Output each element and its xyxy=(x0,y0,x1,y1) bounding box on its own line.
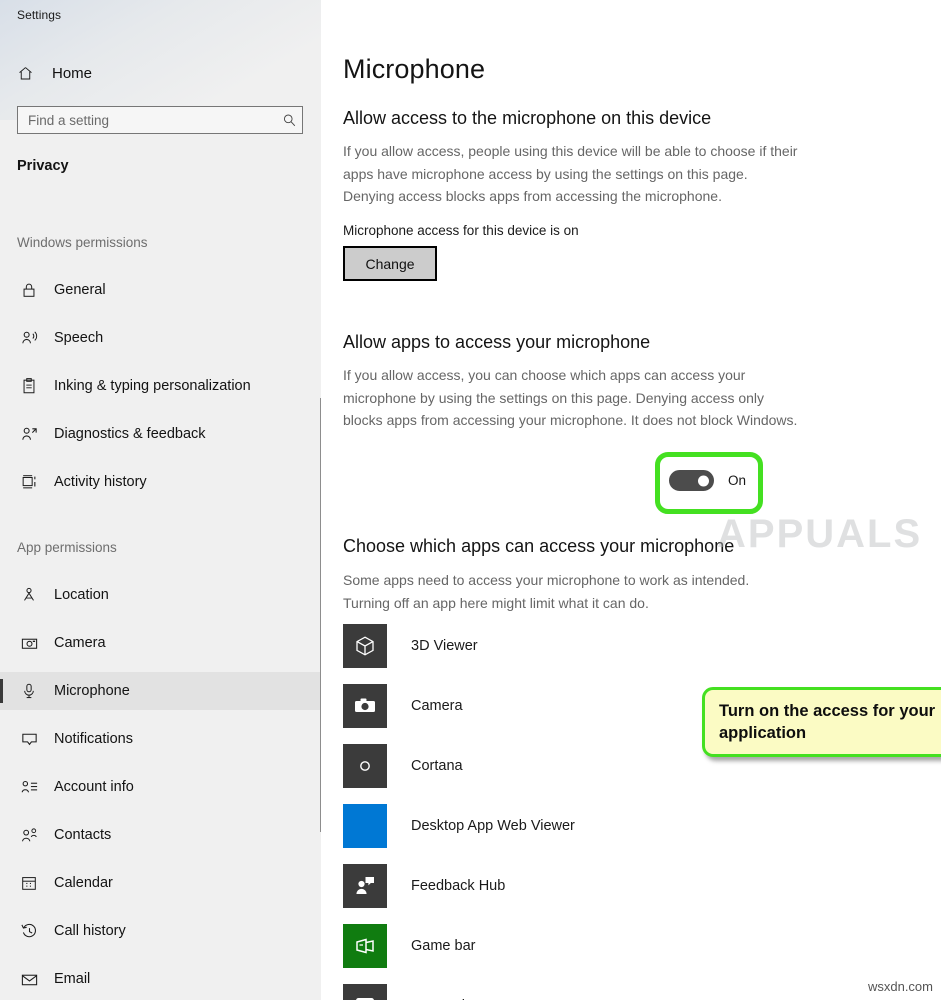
sidebar-item-label: Calendar xyxy=(54,875,113,891)
app-row-cortana[interactable]: Cortana xyxy=(343,744,763,788)
feedback-icon xyxy=(343,864,387,908)
sidebar-item-notifications[interactable]: Notifications xyxy=(0,720,321,758)
lock-icon xyxy=(17,278,41,302)
sidebar: Settings Home Privacy Windows permission… xyxy=(0,0,321,1000)
sidebar-item-inking-typing[interactable]: Inking & typing personalization xyxy=(0,367,321,405)
diagnostics-icon xyxy=(17,422,41,446)
sidebar-item-call-history[interactable]: Call history xyxy=(0,912,321,950)
sidebar-item-general[interactable]: General xyxy=(0,271,321,309)
web-viewer-icon xyxy=(343,804,387,848)
app-name: Game bar xyxy=(411,938,476,954)
app-row-3d-viewer[interactable]: 3D Viewer xyxy=(343,624,763,668)
app-name: Camera xyxy=(411,698,463,714)
settings-window: Settings Home Privacy Windows permission… xyxy=(0,0,941,1000)
sidebar-item-calendar[interactable]: Calendar xyxy=(0,864,321,902)
device-access-status: Microphone access for this device is on xyxy=(343,223,579,238)
app-row-desktop-app-web-viewer[interactable]: Desktop App Web Viewer xyxy=(343,804,763,848)
sidebar-item-label: Camera xyxy=(54,635,106,651)
sidebar-item-label: Inking & typing personalization xyxy=(54,378,251,394)
game-bar-icon xyxy=(343,924,387,968)
app-name: Feedback Hub xyxy=(411,878,506,894)
camera-icon xyxy=(17,631,41,655)
device-access-heading: Allow access to the microphone on this d… xyxy=(343,108,712,128)
microphone-icon xyxy=(17,679,41,703)
sidebar-item-contacts[interactable]: Contacts xyxy=(0,816,321,854)
group-label-app-permissions: App permissions xyxy=(17,540,117,555)
sidebar-section-title: Privacy xyxy=(17,158,69,174)
sidebar-item-account-info[interactable]: Account info xyxy=(0,768,321,806)
master-toggle-state: On xyxy=(728,473,747,488)
sidebar-item-label: Microphone xyxy=(54,683,130,699)
search-box[interactable] xyxy=(17,106,303,134)
email-icon xyxy=(17,967,41,991)
sidebar-item-label: Notifications xyxy=(54,731,133,747)
search-icon[interactable] xyxy=(276,113,302,128)
sidebar-item-label: Call history xyxy=(54,923,126,939)
app-name: 3D Viewer xyxy=(411,638,478,654)
app-row-messaging[interactable]: Messaging xyxy=(343,984,763,1000)
app-name: Desktop App Web Viewer xyxy=(411,818,575,834)
app-row-feedback-hub[interactable]: Feedback Hub xyxy=(343,864,763,908)
toggle-knob xyxy=(698,475,709,486)
sidebar-item-label: Activity history xyxy=(54,474,147,490)
window-title: Settings xyxy=(17,8,62,22)
master-toggle-row: On xyxy=(669,470,746,491)
app-row-camera[interactable]: Camera xyxy=(343,684,763,728)
sidebar-item-microphone[interactable]: Microphone xyxy=(0,672,321,710)
location-icon xyxy=(17,583,41,607)
contacts-icon xyxy=(17,823,41,847)
choose-apps-description: Some apps need to access your microphone… xyxy=(343,572,750,611)
apps-access-heading: Allow apps to access your microphone xyxy=(343,332,651,352)
watermark-appuals: APPUALS xyxy=(717,512,922,557)
speech-icon xyxy=(17,326,41,350)
callout-tooltip: Turn on the access for your application xyxy=(702,687,941,757)
change-button[interactable]: Change xyxy=(343,246,437,281)
device-access-description: If you allow access, people using this d… xyxy=(343,143,798,204)
camera-app-icon xyxy=(343,684,387,728)
app-row-game-bar[interactable]: Game bar xyxy=(343,924,763,968)
watermark-bottom-right: wsxdn.com xyxy=(867,979,933,994)
cube-icon xyxy=(343,624,387,668)
search-input[interactable] xyxy=(18,112,276,128)
sidebar-item-label: Diagnostics & feedback xyxy=(54,426,206,442)
sidebar-item-home[interactable]: Home xyxy=(0,60,321,86)
sidebar-item-label: Account info xyxy=(54,779,134,795)
watermark-text: APPUALS xyxy=(717,512,923,556)
notifications-icon xyxy=(17,727,41,751)
call-history-icon xyxy=(17,919,41,943)
app-name: Cortana xyxy=(411,758,463,774)
sidebar-item-activity-history[interactable]: Activity history xyxy=(0,463,321,501)
sidebar-item-label: Speech xyxy=(54,330,104,346)
apps-access-description: If you allow access, you can choose whic… xyxy=(343,367,798,428)
sidebar-item-diagnostics-feedback[interactable]: Diagnostics & feedback xyxy=(0,415,321,453)
group-label-windows-permissions: Windows permissions xyxy=(17,235,148,250)
messaging-icon xyxy=(343,984,387,1000)
home-label: Home xyxy=(52,64,93,82)
choose-apps-heading: Choose which apps can access your microp… xyxy=(343,536,735,556)
sidebar-item-camera[interactable]: Camera xyxy=(0,624,321,662)
sidebar-item-label: Location xyxy=(54,587,109,603)
calendar-icon xyxy=(17,871,41,895)
page-title: Microphone xyxy=(343,54,486,84)
sidebar-item-location[interactable]: Location xyxy=(0,576,321,614)
callout-text: Turn on the access for your application xyxy=(719,702,936,742)
account-info-icon xyxy=(17,775,41,799)
cortana-icon xyxy=(343,744,387,788)
sidebar-item-email[interactable]: Email xyxy=(0,960,321,998)
home-icon xyxy=(17,65,41,82)
main-content: Microphone Allow access to the microphon… xyxy=(321,0,941,1000)
sidebar-item-speech[interactable]: Speech xyxy=(0,319,321,357)
master-microphone-toggle[interactable] xyxy=(669,470,714,491)
sidebar-item-label: Email xyxy=(54,971,91,987)
activity-history-icon xyxy=(17,470,41,494)
sidebar-item-label: General xyxy=(54,282,106,298)
sidebar-item-label: Contacts xyxy=(54,827,112,843)
clipboard-icon xyxy=(17,374,41,398)
